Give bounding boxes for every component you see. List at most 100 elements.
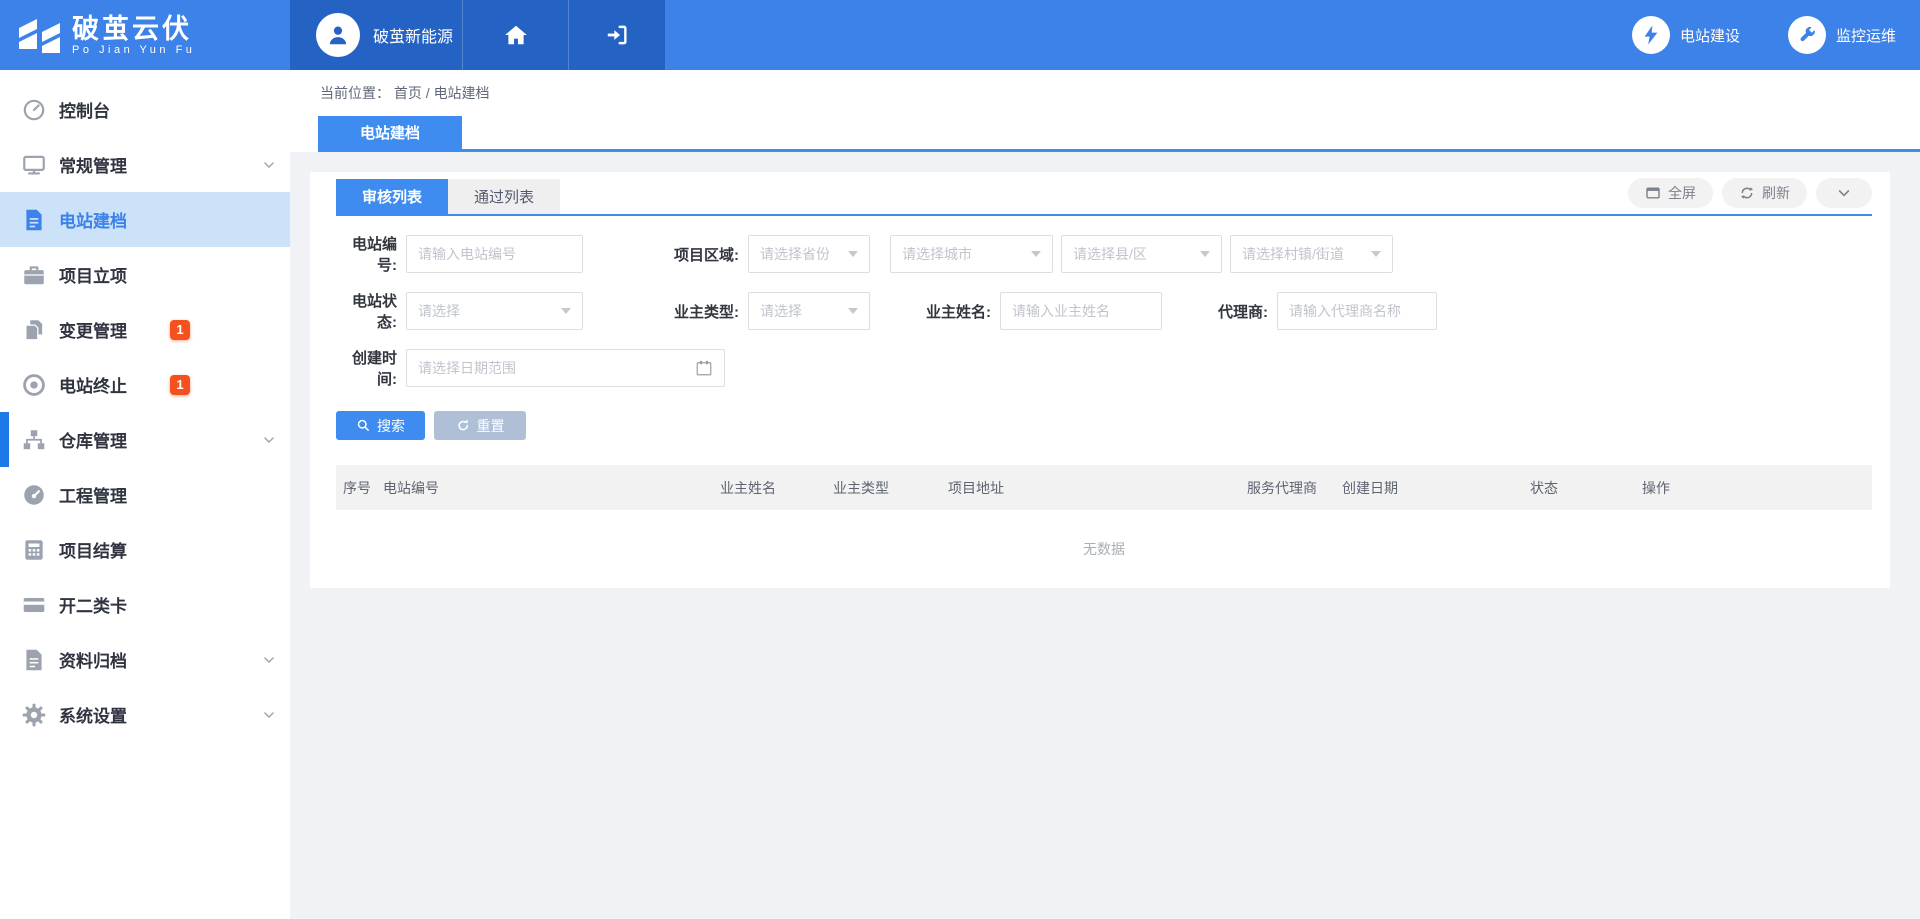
sidebar-item-station-filing[interactable]: 电站建档 bbox=[0, 192, 290, 247]
filter-form: 电站编号: 项目区域: 请选择省份 请选择城市 请选择县/区 请选择村镇/街道 … bbox=[336, 216, 1872, 440]
county-select[interactable]: 请选择县/区 bbox=[1061, 235, 1222, 273]
breadcrumb-tab-bar: 当前位置： 首页 / 电站建档 电站建档 bbox=[290, 70, 1920, 152]
owner-type-select[interactable]: 请选择 bbox=[748, 292, 870, 330]
breadcrumb-prefix: 当前位置： bbox=[320, 85, 390, 101]
main-content: 当前位置： 首页 / 电站建档 电站建档 审核列表 通过列表 全屏 刷新 bbox=[290, 0, 1920, 588]
chevron-down-icon bbox=[1836, 185, 1852, 201]
copy-pages-icon bbox=[21, 317, 47, 343]
nav-station-construction[interactable]: 电站建设 bbox=[1632, 16, 1740, 54]
fullscreen-button[interactable]: 全屏 bbox=[1628, 178, 1713, 208]
header-dark-group: 破茧新能源 bbox=[290, 0, 665, 70]
tab-review-list[interactable]: 审核列表 bbox=[336, 179, 448, 214]
sidebar-item-label: 项目结算 bbox=[59, 537, 127, 562]
col-created-date: 创建日期 bbox=[1342, 478, 1530, 498]
sidebar-item-project-settlement[interactable]: 项目结算 bbox=[0, 522, 290, 577]
fullscreen-icon bbox=[1645, 185, 1661, 201]
station-no-input[interactable] bbox=[406, 235, 583, 273]
panel-actions: 全屏 刷新 bbox=[1628, 178, 1872, 214]
sidebar-item-station-termination[interactable]: 电站终止 1 bbox=[0, 357, 290, 412]
col-status: 状态 bbox=[1530, 478, 1642, 498]
notification-badge: 1 bbox=[170, 320, 190, 340]
owner-type-label: 业主类型: bbox=[583, 301, 748, 322]
chevron-down-icon bbox=[262, 653, 276, 667]
sidebar-item-label: 开二类卡 bbox=[59, 592, 127, 617]
col-station-no: 电站编号 bbox=[383, 478, 720, 498]
caret-down-icon bbox=[848, 308, 858, 314]
caret-down-icon bbox=[1371, 251, 1381, 257]
col-owner-name: 业主姓名 bbox=[720, 478, 833, 498]
briefcase-icon bbox=[21, 262, 47, 288]
owner-name-input[interactable] bbox=[1000, 292, 1162, 330]
sidebar-item-change-mgmt[interactable]: 变更管理 1 bbox=[0, 302, 290, 357]
agent-label: 代理商: bbox=[1162, 301, 1277, 322]
gauge-icon bbox=[21, 482, 47, 508]
station-status-select[interactable]: 请选择 bbox=[406, 292, 583, 330]
search-icon bbox=[356, 418, 371, 433]
target-icon bbox=[21, 372, 47, 398]
company-name: 破茧新能源 bbox=[373, 23, 453, 47]
brand-subtitle: Po Jian Yun Fu bbox=[72, 44, 195, 56]
refresh-icon bbox=[1739, 185, 1755, 201]
document-icon bbox=[21, 207, 47, 233]
agent-input[interactable] bbox=[1277, 292, 1437, 330]
sidebar-item-warehouse-mgmt[interactable]: 仓库管理 bbox=[0, 412, 290, 467]
sidebar-item-general-mgmt[interactable]: 常规管理 bbox=[0, 137, 290, 192]
filter-row-2: 电站状态: 请选择 业主类型: 请选择 业主姓名: 代理商: bbox=[336, 292, 1872, 330]
col-actions: 操作 bbox=[1642, 478, 1872, 498]
sign-in-icon bbox=[604, 22, 630, 48]
region-label: 项目区域: bbox=[583, 244, 748, 265]
reset-button[interactable]: 重置 bbox=[434, 411, 526, 440]
caret-down-icon bbox=[848, 251, 858, 257]
sidebar-item-label: 系统设置 bbox=[59, 702, 127, 727]
tab-passed-list[interactable]: 通过列表 bbox=[448, 179, 560, 214]
breadcrumb-home-link[interactable]: 首页 bbox=[394, 85, 422, 101]
owner-name-label: 业主姓名: bbox=[870, 301, 1000, 322]
station-no-label: 电站编号: bbox=[336, 233, 406, 275]
chevron-down-icon bbox=[262, 433, 276, 447]
sidebar-item-label: 项目立项 bbox=[59, 262, 127, 287]
village-select[interactable]: 请选择村镇/街道 bbox=[1230, 235, 1393, 273]
caret-down-icon bbox=[1031, 251, 1041, 257]
breadcrumb-separator: / bbox=[426, 85, 434, 101]
nav-monitoring-ops-label: 监控运维 bbox=[1836, 25, 1896, 46]
sidebar-item-system-settings[interactable]: 系统设置 bbox=[0, 687, 290, 742]
col-service-agent: 服务代理商 bbox=[1247, 478, 1342, 498]
calculator-icon bbox=[21, 537, 47, 563]
sidebar-item-engineering-mgmt[interactable]: 工程管理 bbox=[0, 467, 290, 522]
collapse-button[interactable] bbox=[1816, 178, 1872, 208]
page-tab-bar: 电站建档 bbox=[318, 116, 1920, 152]
home-icon bbox=[503, 22, 529, 48]
breadcrumb: 当前位置： 首页 / 电站建档 bbox=[320, 83, 1920, 103]
sidebar-item-data-archive[interactable]: 资料归档 bbox=[0, 632, 290, 687]
date-range-picker[interactable]: 请选择日期范围 bbox=[406, 349, 725, 387]
filter-row-3: 创建时间: 请选择日期范围 bbox=[336, 349, 1872, 387]
header-right-nav: 电站建设 监控运维 bbox=[1632, 0, 1920, 70]
sidebar-item-project-initiation[interactable]: 项目立项 bbox=[0, 247, 290, 302]
search-button[interactable]: 搜索 bbox=[336, 411, 425, 440]
user-menu[interactable]: 破茧新能源 bbox=[290, 0, 462, 70]
caret-down-icon bbox=[1200, 251, 1210, 257]
archive-document-icon bbox=[21, 647, 47, 673]
sidebar-item-console[interactable]: 控制台 bbox=[0, 82, 290, 137]
table-header: 序号 电站编号 业主姓名 业主类型 项目地址 服务代理商 创建日期 状态 操作 bbox=[336, 465, 1872, 510]
page-tab-station-filing[interactable]: 电站建档 bbox=[318, 116, 462, 149]
province-select[interactable]: 请选择省份 bbox=[748, 235, 870, 273]
nav-monitoring-ops[interactable]: 监控运维 bbox=[1788, 16, 1896, 54]
breadcrumb-current: 电站建档 bbox=[434, 85, 490, 101]
chevron-down-icon bbox=[262, 158, 276, 172]
city-select[interactable]: 请选择城市 bbox=[890, 235, 1053, 273]
person-icon bbox=[325, 22, 351, 48]
calendar-icon bbox=[695, 359, 713, 377]
refresh-button[interactable]: 刷新 bbox=[1722, 178, 1807, 208]
sidebar-item-label: 电站终止 bbox=[59, 372, 127, 397]
sidebar: 控制台 常规管理 电站建档 项目立项 变更管理 1 电站终止 1 bbox=[0, 70, 290, 919]
sidebar-item-label: 常规管理 bbox=[59, 152, 127, 177]
station-status-label: 电站状态: bbox=[336, 290, 406, 332]
home-button[interactable] bbox=[462, 0, 568, 70]
created-time-label: 创建时间: bbox=[336, 347, 406, 389]
filter-buttons: 搜索 重置 bbox=[336, 411, 1872, 440]
credit-card-icon bbox=[21, 592, 47, 618]
logout-button[interactable] bbox=[568, 0, 665, 70]
sidebar-item-open-class2-card[interactable]: 开二类卡 bbox=[0, 577, 290, 632]
brand-logo: 破茧云伏 Po Jian Yun Fu bbox=[0, 0, 290, 70]
